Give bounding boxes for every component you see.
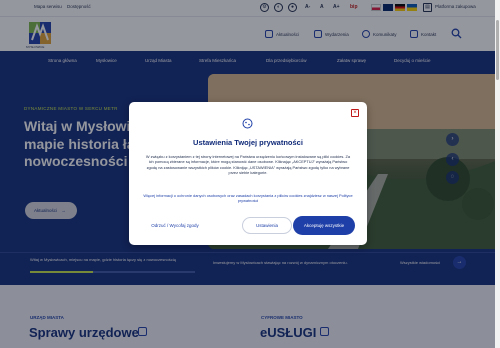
accept-all-button[interactable]: Akceptuję wszystkie: [293, 216, 355, 235]
dialog-body: W związku z korzystaniem z tej strony in…: [145, 154, 351, 176]
page-scrollbar[interactable]: [495, 0, 500, 348]
close-icon[interactable]: ×: [351, 109, 359, 117]
cookie-settings-button[interactable]: Ustawienia: [242, 217, 292, 234]
privacy-policy-link[interactable]: Więcej informacji o ochronie danych osob…: [143, 193, 353, 204]
scrollbar-thumb[interactable]: [496, 20, 499, 80]
cookie-icon: [242, 118, 253, 129]
reject-consents-button[interactable]: Odrzuć / Wycofaj zgody: [144, 217, 206, 234]
dialog-title: Ustawienia Twojej prywatności: [193, 138, 303, 147]
privacy-settings-dialog: × Ustawienia Twojej prywatności W związk…: [129, 102, 367, 245]
